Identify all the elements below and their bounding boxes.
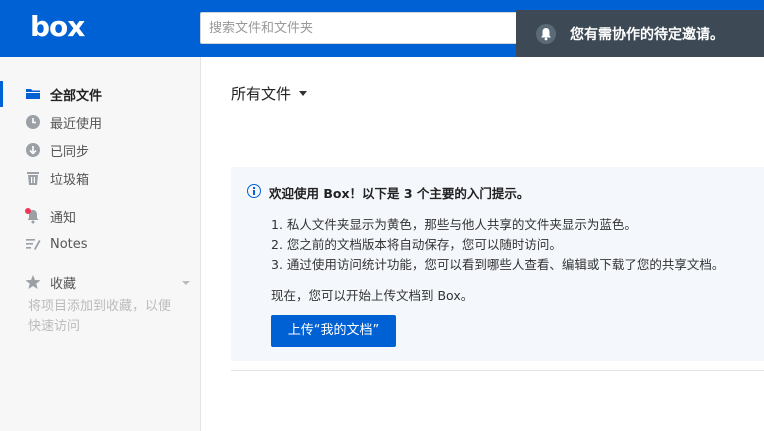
upload-documents-button[interactable]: 上传“我的文档” xyxy=(271,315,396,347)
star-icon xyxy=(25,275,41,289)
caret-down-icon xyxy=(299,91,308,96)
list-item: 2. 您之前的文档版本将自动保存，您可以随时访问。 xyxy=(271,237,562,252)
sidebar-item-label: 通知 xyxy=(50,210,77,226)
notification-toast[interactable]: 您有需协作的待定邀请。 xyxy=(516,10,764,58)
sidebar-item-favorites[interactable]: 收藏 xyxy=(0,270,200,294)
sidebar-item-notifications[interactable]: 通知 xyxy=(0,204,200,228)
page-title: 所有文件 xyxy=(231,85,292,103)
page-title-dropdown[interactable]: 所有文件 xyxy=(231,83,308,104)
sidebar-item-label: Notes xyxy=(50,236,88,252)
clock-icon xyxy=(26,115,40,129)
box-logo[interactable]: box xyxy=(30,10,85,43)
list-item: 1. 私人文件夹显示为黄色，那些与他人共享的文件夹显示为蓝色。 xyxy=(271,217,637,232)
sidebar-item-label: 已同步 xyxy=(50,144,90,160)
chevron-down-icon[interactable] xyxy=(181,280,191,286)
sidebar-item-synced[interactable]: 已同步 xyxy=(0,138,200,162)
sidebar-item-trash[interactable]: 垃圾箱 xyxy=(0,166,200,190)
divider xyxy=(231,370,764,371)
sidebar-item-label: 全部文件 xyxy=(50,88,103,104)
main-content: 所有文件 欢迎使用 Box！以下是 3 个主要的入门提示。 1. 私人文件夹显示… xyxy=(201,57,764,431)
tips-list: 1. 私人文件夹显示为黄色，那些与他人共享的文件夹显示为蓝色。 2. 您之前的文… xyxy=(271,215,724,275)
welcome-panel: 欢迎使用 Box！以下是 3 个主要的入门提示。 1. 私人文件夹显示为黄色，那… xyxy=(231,167,764,361)
sidebar-item-recent[interactable]: 最近使用 xyxy=(0,110,200,134)
sync-icon xyxy=(26,143,40,157)
list-item: 3. 通过使用访问统计功能，您可以看到哪些人查看、编辑或下载了您的共享文档。 xyxy=(271,257,725,272)
trash-icon xyxy=(27,172,39,185)
sidebar-item-label: 收藏 xyxy=(50,276,77,292)
start-upload-text: 现在，您可以开始上传文档到 Box。 xyxy=(271,288,474,303)
welcome-heading: 欢迎使用 Box！以下是 3 个主要的入门提示。 xyxy=(269,186,530,201)
sidebar-item-label: 垃圾箱 xyxy=(50,172,90,188)
notification-message: 您有需协作的待定邀请。 xyxy=(570,27,724,43)
sidebar: 全部文件 最近使用 已同步 垃圾箱 通知 Notes 收藏 将项目添加到收藏，以… xyxy=(0,57,201,431)
sidebar-item-all-files[interactable]: 全部文件 xyxy=(0,82,200,106)
notes-icon xyxy=(26,239,41,250)
info-icon xyxy=(247,184,261,198)
bell-icon xyxy=(536,24,556,44)
favorites-hint: 将项目添加到收藏，以便快速访问 xyxy=(28,299,172,334)
sidebar-item-notes[interactable]: Notes xyxy=(0,232,200,256)
bell-icon xyxy=(25,208,39,224)
sidebar-item-label: 最近使用 xyxy=(50,116,103,132)
folder-icon xyxy=(26,89,40,99)
